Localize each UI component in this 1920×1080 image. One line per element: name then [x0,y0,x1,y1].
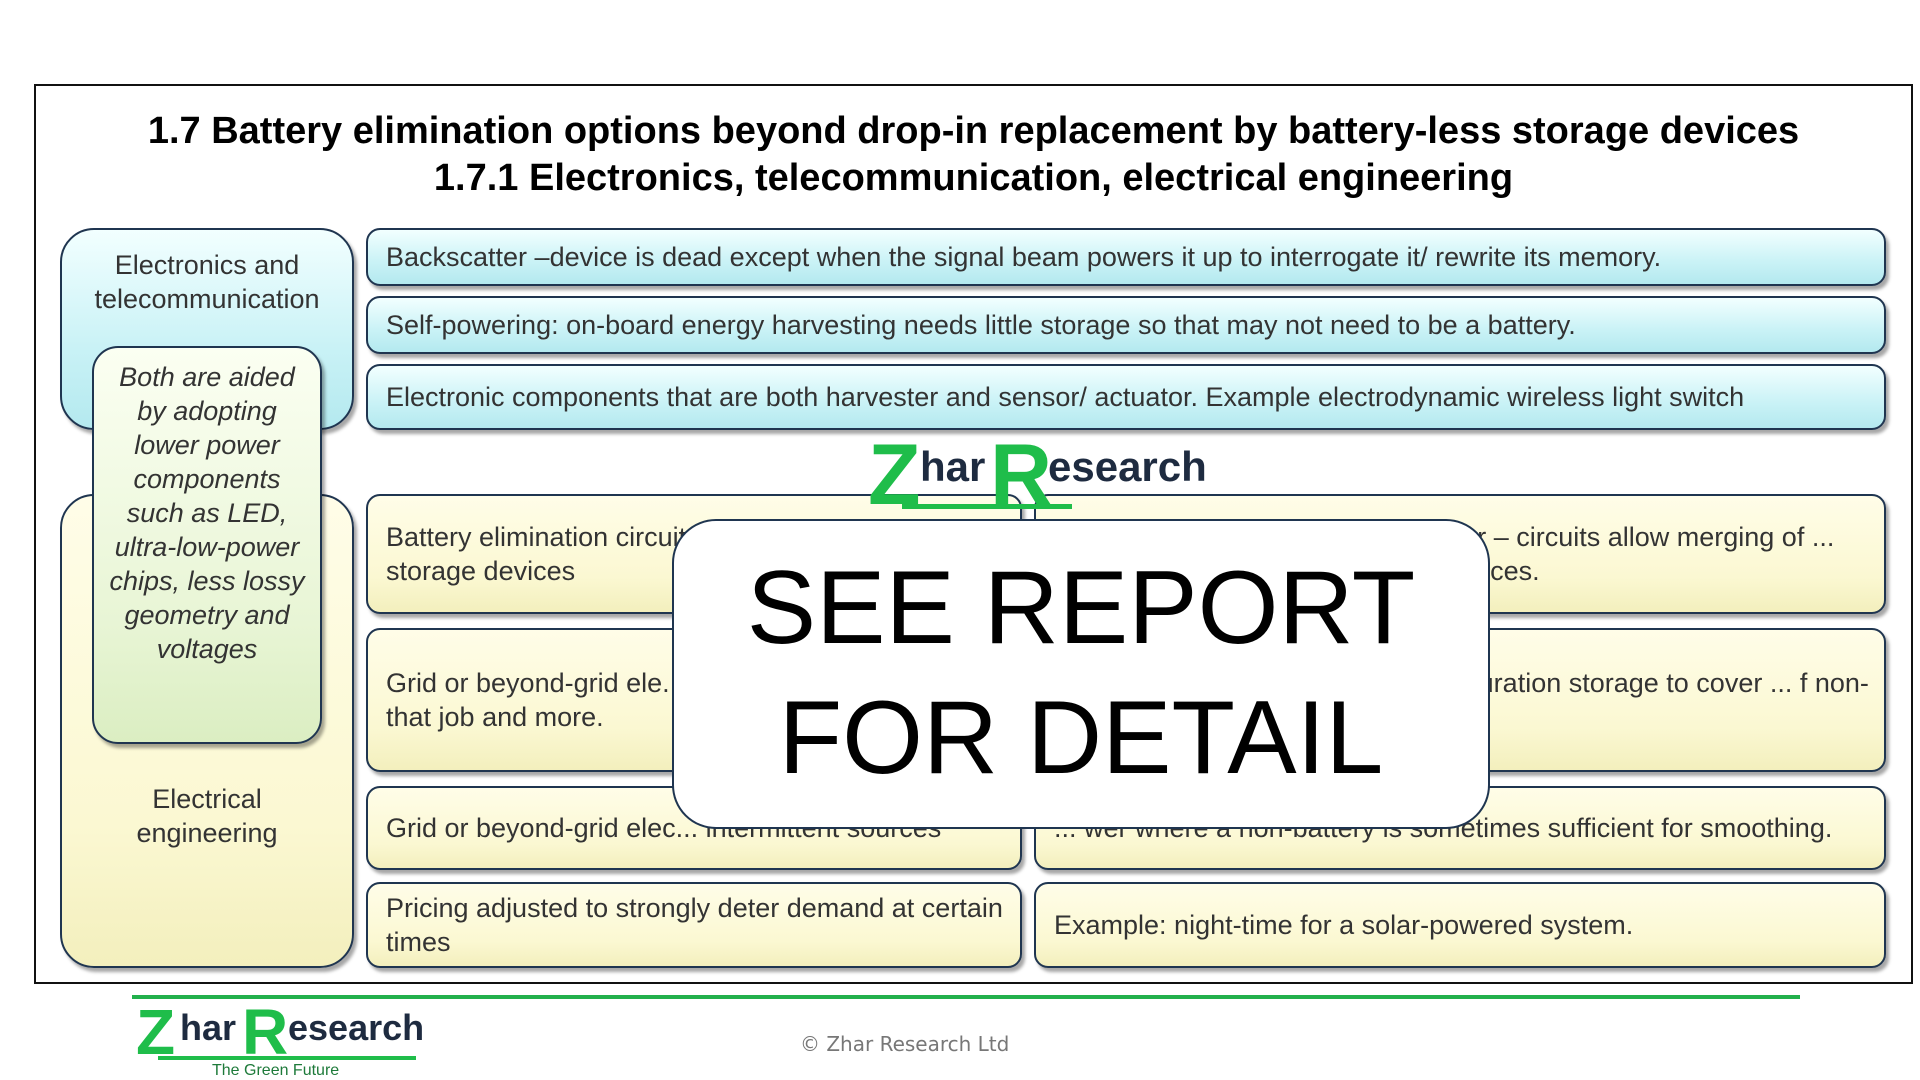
electrical-category-label: Electrical engineering [136,784,278,848]
footer-tagline: The Green Future [212,1062,340,1079]
footer-logo-underline [158,1056,416,1060]
slide-title: 1.7 Battery elimination options beyond d… [34,108,1913,202]
watermark-logo: Z har R esearch [868,432,1208,518]
electronics-row-1-text: Backscatter –device is dead except when … [386,242,1662,272]
electrical-row-4-left: Pricing adjusted to strongly deter deman… [366,882,1022,968]
title-line-1: 1.7 Battery elimination options beyond d… [147,110,1800,152]
footer-logo: Z har R esearch The Green Future [136,1000,436,1080]
copyright-text: © Zhar Research Ltd [800,1032,1010,1056]
overlay-line-2: FOR DETAIL [778,680,1384,796]
both-note-text: Both are aided by adopting lower power c… [109,362,305,664]
electronics-row-3-text: Electronic components that are both harv… [386,382,1745,412]
electronics-row-2-text: Self-powering: on-board energy harvestin… [386,310,1576,340]
electrical-row-4-right: Example: night-time for a solar-powered … [1034,882,1886,968]
footer-logo-esearch: esearch [288,1007,425,1048]
electronics-row-3: Electronic components that are both harv… [366,364,1886,430]
electrical-row-4-left-text: Pricing adjusted to strongly deter deman… [386,893,1003,957]
overlay-line-1: SEE REPORT [746,550,1416,666]
footer-logo-r: R [242,996,289,1068]
electronics-category-label: Electronics and telecommunication [94,250,320,314]
both-note-box: Both are aided by adopting lower power c… [92,346,322,744]
footer-divider [132,995,1800,999]
electronics-row-2: Self-powering: on-board energy harvestin… [366,296,1886,354]
watermark-logo-esearch: esearch [1048,443,1207,490]
electronics-row-1: Backscatter –device is dead except when … [366,228,1886,286]
footer-logo-har: har [180,1007,237,1048]
title-line-2: 1.7.1 Electronics, telecommunication, el… [433,157,1514,199]
watermark-logo-har: har [920,443,986,490]
see-report-overlay: SEE REPORT FOR DETAIL [672,519,1490,829]
electrical-row-4-right-text: Example: night-time for a solar-powered … [1054,910,1634,940]
watermark-logo-underline [902,504,1072,509]
footer-logo-z: Z [136,996,176,1068]
